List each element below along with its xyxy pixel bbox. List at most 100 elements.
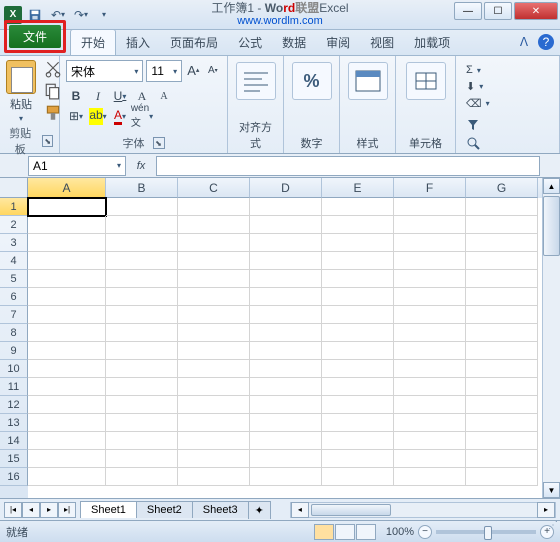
sheet-tab-1[interactable]: Sheet1 — [80, 501, 137, 518]
cell[interactable] — [106, 324, 178, 342]
column-header[interactable]: D — [250, 178, 322, 198]
cell[interactable] — [28, 342, 106, 360]
qat-customize-button[interactable]: ▾ — [94, 5, 114, 25]
cell[interactable] — [394, 378, 466, 396]
row-header[interactable]: 3 — [0, 234, 28, 252]
cell[interactable] — [250, 288, 322, 306]
cell[interactable] — [466, 306, 538, 324]
cell[interactable] — [106, 396, 178, 414]
cell[interactable] — [28, 252, 106, 270]
cell[interactable] — [322, 432, 394, 450]
cell[interactable] — [178, 216, 250, 234]
cell[interactable] — [250, 468, 322, 486]
cell[interactable] — [178, 288, 250, 306]
clear-button[interactable]: ⌫ ▾ — [466, 97, 549, 110]
cell[interactable] — [250, 414, 322, 432]
cell[interactable] — [250, 270, 322, 288]
fill-button[interactable]: ⬇ ▾ — [466, 80, 549, 93]
vertical-scrollbar[interactable]: ▲ ▼ — [542, 178, 560, 498]
redo-button[interactable]: ↷▾ — [71, 5, 91, 25]
scroll-left-button[interactable]: ◂ — [291, 502, 309, 518]
cell[interactable] — [178, 252, 250, 270]
cell[interactable] — [250, 234, 322, 252]
font-launcher[interactable]: ⬊ — [153, 137, 165, 149]
row-header[interactable]: 7 — [0, 306, 28, 324]
view-page-break-button[interactable] — [356, 524, 376, 540]
tab-data[interactable]: 数据 — [272, 30, 316, 55]
cell[interactable] — [466, 432, 538, 450]
view-page-layout-button[interactable] — [335, 524, 355, 540]
cell[interactable] — [106, 342, 178, 360]
cell[interactable] — [28, 450, 106, 468]
cell[interactable] — [394, 234, 466, 252]
cell[interactable] — [394, 324, 466, 342]
tab-insert[interactable]: 插入 — [116, 30, 160, 55]
cell[interactable] — [28, 306, 106, 324]
cell[interactable] — [322, 216, 394, 234]
cell[interactable] — [250, 324, 322, 342]
row-header[interactable]: 1 — [0, 198, 28, 216]
fill-color-button[interactable]: ab▾ — [88, 106, 108, 126]
cell[interactable] — [466, 360, 538, 378]
cell[interactable] — [28, 270, 106, 288]
cell[interactable] — [178, 450, 250, 468]
border-button[interactable]: ⊞▾ — [66, 106, 86, 126]
cell[interactable] — [178, 432, 250, 450]
cell[interactable] — [106, 234, 178, 252]
cell[interactable] — [250, 432, 322, 450]
cell[interactable] — [322, 252, 394, 270]
cell[interactable] — [394, 342, 466, 360]
row-header[interactable]: 12 — [0, 396, 28, 414]
cell[interactable] — [322, 450, 394, 468]
cell[interactable] — [106, 378, 178, 396]
cell[interactable] — [466, 216, 538, 234]
tab-addins[interactable]: 加载项 — [404, 30, 460, 55]
column-header[interactable]: F — [394, 178, 466, 198]
cell[interactable] — [106, 414, 178, 432]
font-color-button[interactable]: A▾ — [110, 106, 130, 126]
cell[interactable] — [250, 252, 322, 270]
italic-button[interactable]: I — [88, 86, 108, 106]
font-size-select[interactable]: 11▾ — [146, 60, 182, 82]
cells-area[interactable] — [28, 198, 542, 498]
sort-filter-button[interactable] — [466, 118, 549, 132]
cell[interactable] — [250, 342, 322, 360]
bold-button[interactable]: B — [66, 86, 86, 106]
column-header[interactable]: E — [322, 178, 394, 198]
cell[interactable] — [394, 450, 466, 468]
tab-review[interactable]: 审阅 — [316, 30, 360, 55]
column-header[interactable]: G — [466, 178, 538, 198]
maximize-button[interactable]: ☐ — [484, 2, 512, 20]
tab-file[interactable]: 文件 — [9, 25, 61, 48]
row-header[interactable]: 5 — [0, 270, 28, 288]
select-all-corner[interactable] — [0, 178, 28, 198]
hscroll-thumb[interactable] — [311, 504, 391, 516]
row-header[interactable]: 15 — [0, 450, 28, 468]
cell[interactable] — [250, 306, 322, 324]
row-header[interactable]: 2 — [0, 216, 28, 234]
cell[interactable] — [394, 360, 466, 378]
row-header[interactable]: 6 — [0, 288, 28, 306]
cell[interactable] — [178, 234, 250, 252]
scroll-down-button[interactable]: ▼ — [543, 482, 560, 498]
phonetic-button[interactable]: wén文▾ — [132, 106, 152, 126]
name-box[interactable]: A1▾ — [28, 156, 126, 176]
cell[interactable] — [28, 234, 106, 252]
row-header[interactable]: 11 — [0, 378, 28, 396]
paste-button[interactable]: 粘贴 ▾ — [6, 60, 36, 123]
close-button[interactable]: ✕ — [514, 2, 558, 20]
column-header[interactable]: C — [178, 178, 250, 198]
last-sheet-button[interactable]: ▸| — [58, 502, 76, 518]
cell[interactable] — [322, 324, 394, 342]
zoom-level[interactable]: 100% — [386, 526, 414, 538]
number-format-button[interactable]: % — [292, 62, 332, 100]
clipboard-launcher[interactable]: ⬊ — [42, 135, 53, 147]
cell[interactable] — [178, 468, 250, 486]
cell[interactable] — [394, 288, 466, 306]
cell[interactable] — [106, 360, 178, 378]
row-header[interactable]: 16 — [0, 468, 28, 486]
next-sheet-button[interactable]: ▸ — [40, 502, 58, 518]
cell[interactable] — [178, 198, 250, 216]
cell[interactable] — [106, 252, 178, 270]
cell[interactable] — [394, 396, 466, 414]
